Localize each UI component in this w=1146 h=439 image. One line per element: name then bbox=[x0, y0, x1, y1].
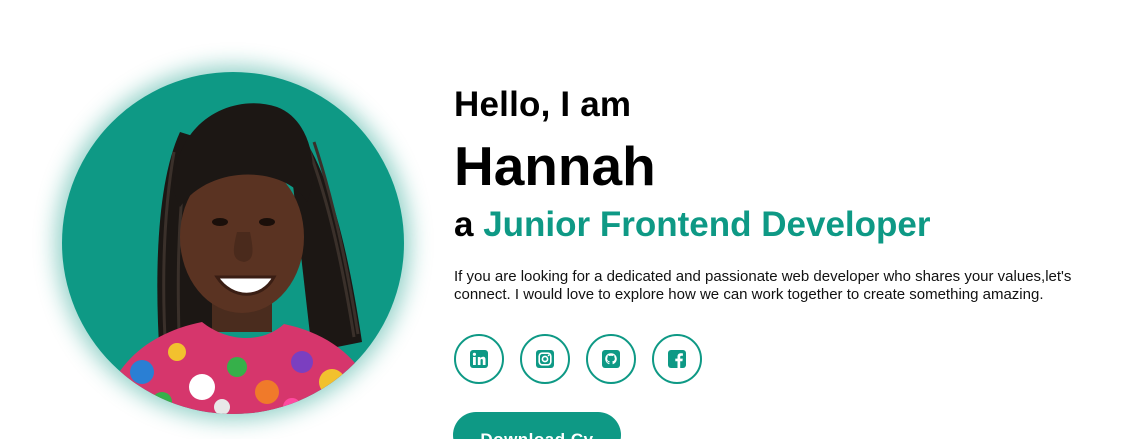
role-prefix: a bbox=[454, 205, 474, 244]
role-title: Junior Frontend Developer bbox=[483, 205, 931, 244]
social-links bbox=[454, 334, 1134, 384]
linkedin-icon bbox=[470, 350, 488, 368]
profile-portrait bbox=[102, 103, 382, 414]
intro: Hello, I am Hannah a Junior Frontend Dev… bbox=[454, 84, 1134, 384]
github-link[interactable] bbox=[586, 334, 636, 384]
hero-name: Hannah bbox=[454, 135, 656, 197]
instagram-link[interactable] bbox=[520, 334, 570, 384]
bio-text: If you are looking for a dedicated and p… bbox=[454, 268, 1072, 303]
linkedin-link[interactable] bbox=[454, 334, 504, 384]
hero-section: Hello, I am Hannah a Junior Frontend Dev… bbox=[0, 0, 1146, 439]
facebook-link[interactable] bbox=[652, 334, 702, 384]
profile-photo bbox=[62, 72, 404, 414]
greeting: Hello, I am bbox=[454, 85, 632, 124]
github-icon bbox=[602, 350, 620, 368]
instagram-icon bbox=[536, 350, 554, 368]
download-cv-button[interactable]: Download Cv bbox=[453, 412, 621, 439]
role-line: a Junior Frontend Developer bbox=[454, 204, 1134, 246]
facebook-icon bbox=[668, 350, 686, 368]
